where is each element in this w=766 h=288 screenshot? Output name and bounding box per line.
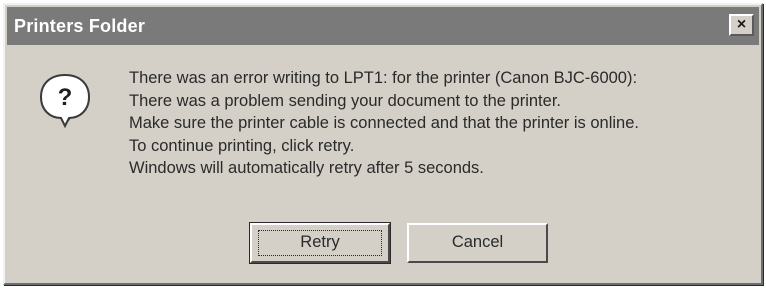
- question-glyph: ?: [58, 84, 73, 111]
- message-line: Windows will automatically retry after 5…: [129, 159, 484, 177]
- message-line: Make sure the printer cable is connected…: [129, 114, 639, 132]
- message-line: There was an error writing to LPT1: for …: [129, 69, 638, 87]
- retry-button[interactable]: Retry: [249, 222, 391, 264]
- window-title: Printers Folder: [14, 16, 146, 36]
- question-icon: ?: [37, 71, 93, 129]
- message-line: There was a problem sending your documen…: [129, 91, 561, 110]
- cancel-button[interactable]: Cancel: [407, 223, 548, 263]
- title-bar[interactable]: Printers Folder ×: [7, 7, 759, 45]
- close-icon: ×: [736, 16, 747, 33]
- cancel-button-label: Cancel: [451, 233, 504, 251]
- focus-rectangle: [258, 230, 382, 256]
- close-button[interactable]: ×: [729, 14, 754, 36]
- message-line: To continue printing, click retry.: [129, 136, 355, 155]
- error-message: There was an error writing to LPT1: for …: [129, 67, 639, 180]
- printers-folder-dialog: Printers Folder × ? There was an error w…: [3, 3, 763, 285]
